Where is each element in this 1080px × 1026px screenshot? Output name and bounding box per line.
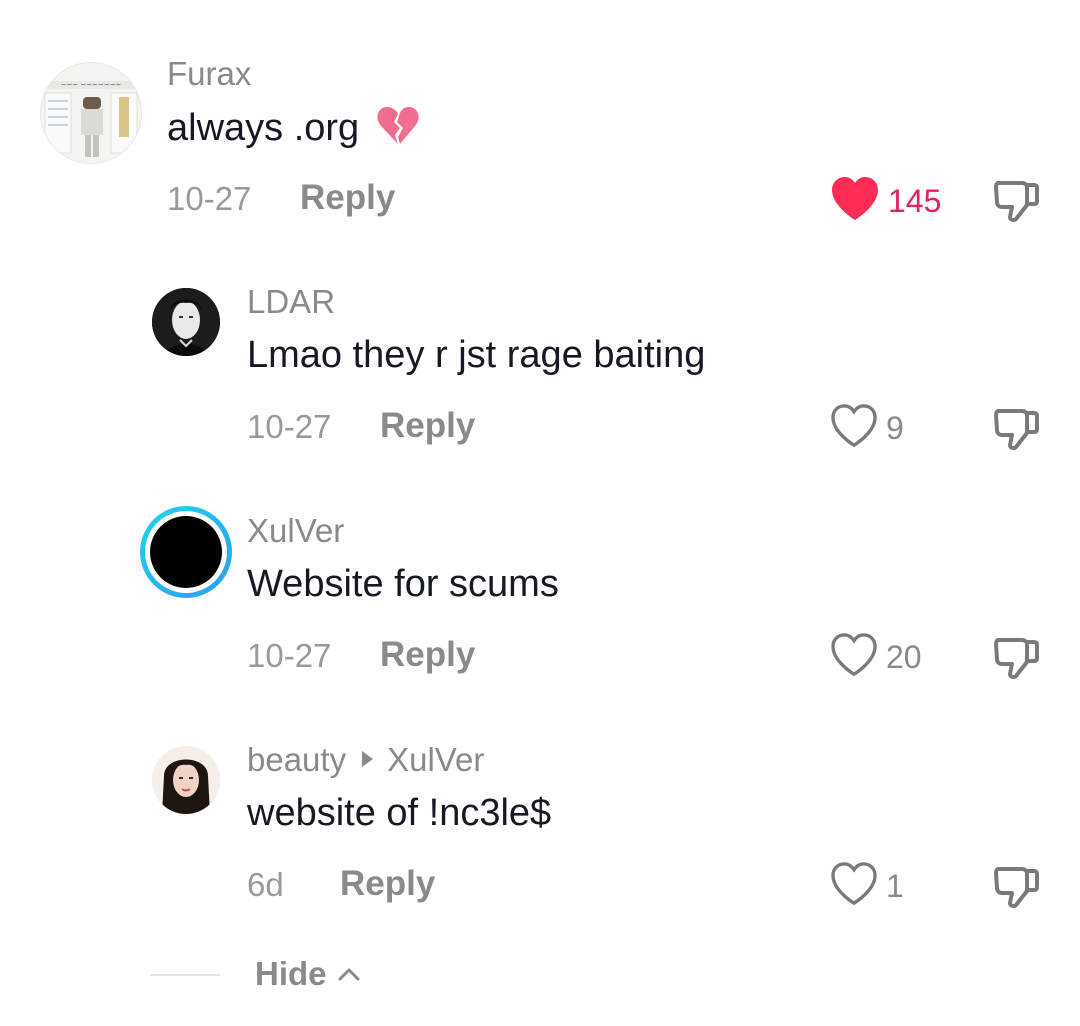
comment-date: 10-27	[167, 180, 252, 217]
like-button[interactable]: 9	[830, 404, 904, 453]
reply-button[interactable]: Reply	[340, 864, 435, 904]
comment-username-row: beauty XulVer	[247, 741, 484, 779]
dislike-button[interactable]	[992, 403, 1042, 453]
like-count: 145	[888, 183, 942, 219]
like-button[interactable]: 1	[830, 862, 904, 911]
reply-button[interactable]: Reply	[380, 406, 475, 446]
svg-text:~~~ ~~~~~~~: ~~~ ~~~~~~~	[61, 81, 122, 89]
heart-filled-icon	[830, 176, 880, 227]
dislike-button[interactable]	[992, 632, 1042, 682]
dislike-button[interactable]	[992, 175, 1042, 225]
comment-date: 10-27	[247, 408, 332, 445]
comment-text-content: always .org	[167, 107, 360, 149]
comment-text: Lmao they r jst rage baiting	[247, 334, 706, 376]
thumbs-down-icon	[994, 181, 1039, 223]
like-count: 20	[886, 639, 922, 675]
heart-outline-icon	[830, 404, 878, 453]
comment-thread: ~~~ ~~~~~~~ Furax always .org 10-27 Repl…	[0, 0, 1080, 1026]
avatar[interactable]	[152, 746, 220, 814]
like-button[interactable]: 20	[830, 633, 922, 682]
comment-username[interactable]: Furax	[167, 55, 251, 93]
comment-text: always .org	[167, 104, 420, 156]
comment-date: 6d	[247, 866, 284, 903]
avatar[interactable]	[152, 288, 220, 356]
comment-text: website of !nc3le$	[247, 792, 552, 834]
reply-button[interactable]: Reply	[380, 635, 475, 675]
like-button[interactable]: 145	[830, 176, 941, 227]
thumbs-down-icon	[994, 638, 1039, 680]
avatar	[150, 516, 222, 588]
thumbs-down-icon	[994, 409, 1039, 451]
comment-username[interactable]: XulVer	[247, 512, 344, 550]
like-count: 9	[886, 410, 904, 446]
comment-date: 10-27	[247, 637, 332, 674]
reply-button[interactable]: Reply	[300, 178, 395, 218]
story-ring-avatar[interactable]	[140, 506, 232, 598]
avatar[interactable]: ~~~ ~~~~~~~	[40, 62, 142, 164]
comment-username[interactable]: beauty	[247, 741, 346, 778]
hide-replies-row: Hide	[150, 950, 550, 1000]
reply-arrow-icon	[362, 751, 374, 767]
chevron-up-icon	[338, 968, 360, 981]
dislike-button[interactable]	[992, 861, 1042, 911]
reply-to-username[interactable]: XulVer	[387, 741, 484, 778]
thumbs-down-icon	[994, 867, 1039, 909]
hide-label: Hide	[255, 955, 327, 992]
heart-outline-icon	[830, 633, 878, 682]
divider	[150, 974, 220, 976]
comment-text: Website for scums	[247, 563, 559, 605]
hide-replies-button[interactable]: Hide	[255, 955, 361, 993]
broken-heart-icon	[376, 104, 420, 156]
heart-outline-icon	[830, 862, 878, 911]
comment-username[interactable]: LDAR	[247, 283, 335, 321]
like-count: 1	[886, 868, 904, 904]
